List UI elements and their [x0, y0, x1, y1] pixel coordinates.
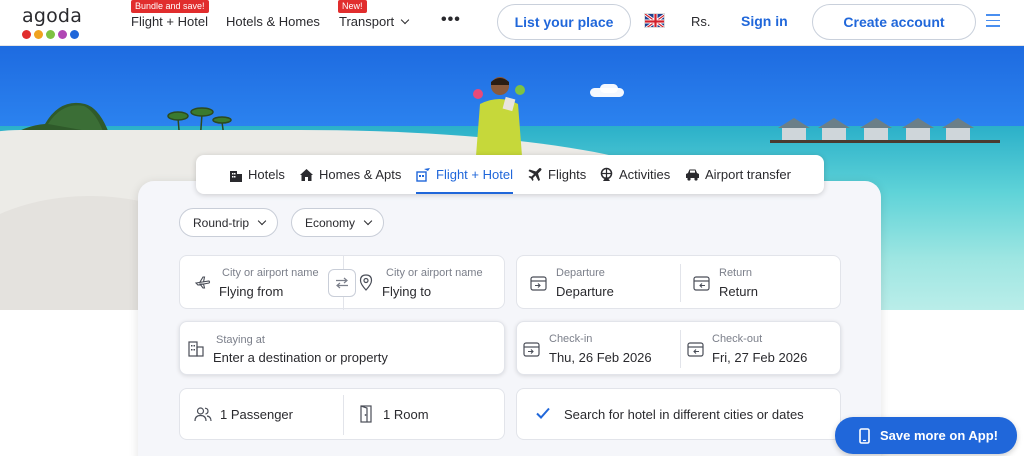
save-more-label: Save more on App!	[880, 428, 998, 443]
tab-flight-hotel[interactable]: Flight + Hotel	[416, 155, 513, 194]
check-in-label: Check-in	[549, 333, 593, 345]
sign-in-link[interactable]: Sign in	[741, 13, 788, 29]
product-tabs: Hotels Homes & Apts Flight + Hotel Fligh…	[196, 155, 824, 194]
calendar-return-icon	[693, 276, 710, 291]
check-out-field[interactable]: Check-out Fri, 27 Feb 2026	[681, 322, 842, 376]
tab-airport-transfer-label: Airport transfer	[705, 167, 791, 182]
traveler-illustration	[473, 77, 525, 156]
hamburger-menu-icon[interactable]	[986, 14, 1000, 31]
nav-flight-hotel[interactable]: Flight + Hotel	[131, 14, 208, 29]
return-label: Return	[719, 267, 753, 279]
chevron-down-icon	[257, 216, 267, 225]
trip-type-dropdown[interactable]: Round-trip	[179, 208, 278, 237]
check-in-value: Thu, 26 Feb 2026	[549, 350, 652, 365]
currency-selector[interactable]: Rs.	[691, 14, 711, 29]
different-cities-label: Search for hotel in different cities or …	[564, 407, 804, 422]
check-out-label: Check-out	[712, 333, 763, 345]
door-icon	[360, 405, 372, 423]
save-more-on-app-button[interactable]: Save more on App!	[835, 417, 1017, 454]
check-out-value: Fri, 27 Feb 2026	[712, 350, 808, 365]
rooms-value: 1 Room	[383, 407, 429, 422]
flight-hotel-icon	[416, 168, 430, 182]
chevron-down-icon	[400, 15, 410, 25]
list-your-place-button[interactable]: List your place	[497, 4, 631, 40]
new-badge: New!	[338, 0, 367, 13]
destination-field[interactable]: Staying at Enter a destination or proper…	[179, 321, 505, 375]
departure-date-field[interactable]: Departure Departure	[517, 256, 680, 310]
tab-flights[interactable]: Flights	[528, 155, 586, 194]
departure-value: Departure	[556, 284, 614, 299]
destination-placeholder: Enter a destination or property	[213, 350, 388, 365]
swap-icon	[336, 277, 348, 289]
tab-hotels-label: Hotels	[248, 167, 285, 182]
flying-from-field[interactable]: City or airport name Flying from	[180, 256, 343, 310]
swap-airports-button[interactable]	[328, 269, 356, 297]
nav-transport-label: Transport	[339, 14, 395, 29]
building-icon	[188, 341, 204, 357]
tab-activities-label: Activities	[619, 167, 671, 182]
trip-type-value: Round-trip	[193, 215, 250, 230]
create-account-button[interactable]: Create account	[812, 4, 976, 40]
activities-icon	[600, 167, 613, 181]
rooms-selector[interactable]: 1 Room	[344, 389, 506, 441]
staying-at-label: Staying at	[216, 334, 265, 346]
hotel-dates-card: Check-in Thu, 26 Feb 2026 Check-out Fri,…	[516, 321, 841, 375]
uk-flag-icon[interactable]	[644, 13, 665, 28]
calendar-depart-icon	[530, 276, 547, 291]
logo-text: agoda	[22, 5, 83, 27]
hotel-icon	[230, 170, 242, 182]
tab-hotels[interactable]: Hotels	[229, 155, 285, 194]
flying-from-value: Flying from	[219, 284, 284, 299]
different-cities-checkbox[interactable]	[535, 405, 551, 421]
calendar-checkin-icon	[523, 342, 540, 357]
different-cities-option[interactable]: Search for hotel in different cities or …	[516, 388, 841, 440]
flying-to-field[interactable]: City or airport name Flying to	[344, 256, 506, 310]
bundle-badge: Bundle and save!	[131, 0, 209, 13]
phone-icon	[859, 427, 870, 444]
flying-to-label: City or airport name	[386, 267, 483, 279]
logo-dots	[22, 30, 86, 39]
tab-airport-transfer[interactable]: Airport transfer	[685, 155, 791, 194]
top-header: agoda Bundle and save! Flight + Hotel Ho…	[0, 0, 1024, 46]
agoda-logo[interactable]: agoda	[22, 6, 86, 40]
passengers-value: 1 Passenger	[220, 407, 293, 422]
occupancy-card: 1 Passenger 1 Room	[179, 388, 505, 440]
water-villas-illustration	[770, 118, 1000, 143]
tab-homes-label: Homes & Apts	[319, 167, 402, 182]
check-in-field[interactable]: Check-in Thu, 26 Feb 2026	[517, 322, 680, 376]
passengers-selector[interactable]: 1 Passenger	[180, 389, 343, 441]
tab-flights-label: Flights	[548, 167, 587, 182]
plane-icon	[528, 168, 542, 181]
chevron-down-icon	[363, 216, 373, 225]
cabin-class-dropdown[interactable]: Economy	[291, 208, 384, 237]
more-menu-icon[interactable]: •••	[441, 11, 461, 29]
flying-from-label: City or airport name	[222, 267, 319, 279]
tab-activities[interactable]: Activities	[599, 155, 670, 194]
cabin-class-value: Economy	[305, 215, 356, 230]
departure-label: Departure	[556, 267, 605, 279]
tab-flight-hotel-label: Flight + Hotel	[436, 167, 513, 182]
flight-dates-card: Departure Departure Return Return	[516, 255, 841, 309]
home-icon	[300, 168, 313, 181]
return-date-field[interactable]: Return Return	[681, 256, 842, 310]
passengers-icon	[194, 407, 212, 422]
car-icon	[686, 169, 699, 181]
flying-to-value: Flying to	[382, 284, 432, 299]
nav-transport[interactable]: Transport	[339, 14, 410, 29]
tab-homes-apts[interactable]: Homes & Apts	[299, 155, 401, 194]
calendar-checkout-icon	[687, 342, 704, 357]
return-value: Return	[719, 284, 759, 299]
nav-hotels-homes[interactable]: Hotels & Homes	[226, 14, 320, 29]
